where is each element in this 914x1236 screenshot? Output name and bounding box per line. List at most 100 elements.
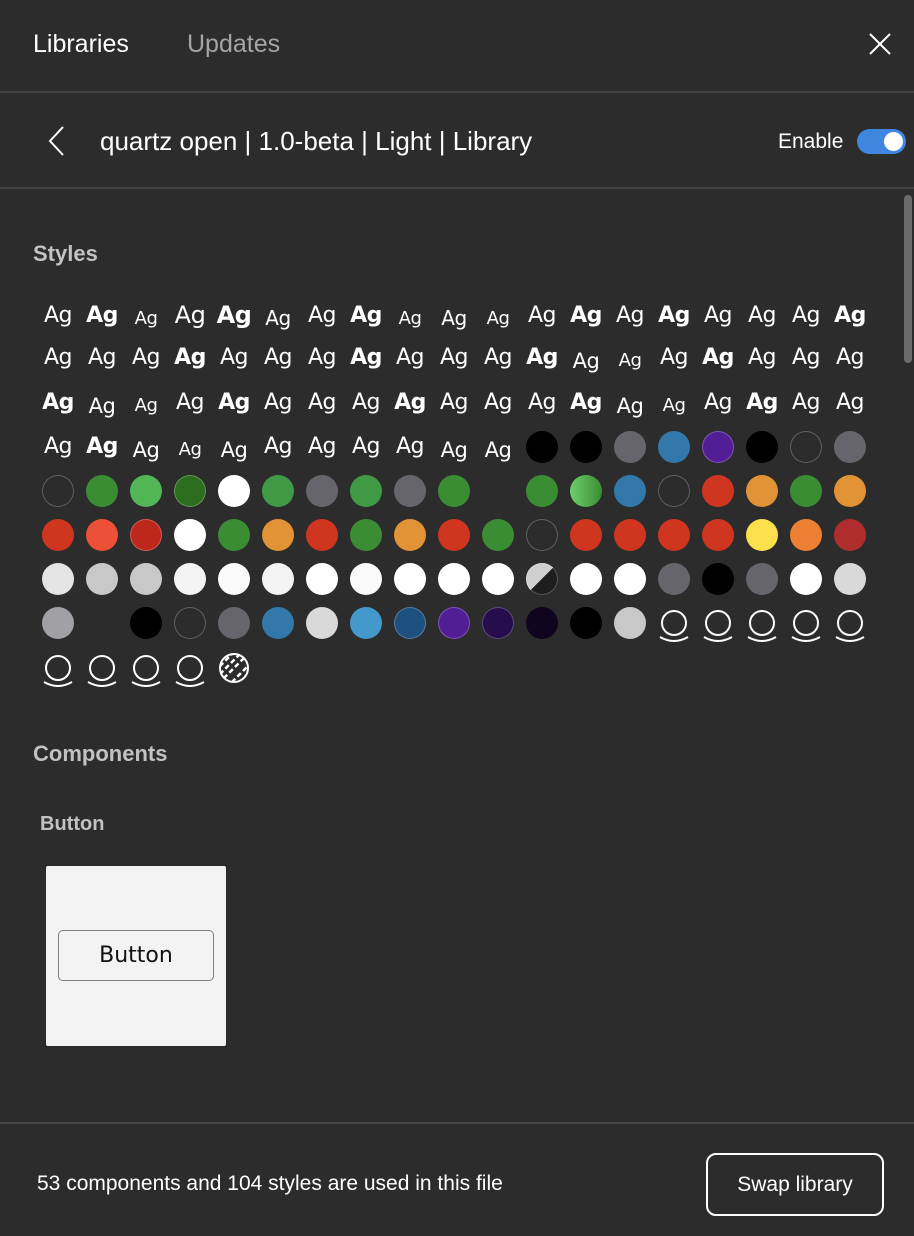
swap-library-button[interactable]: Swap library [706,1153,884,1216]
text-style-swatch[interactable]: Ag [256,294,300,338]
text-style-swatch[interactable]: Ag [608,381,652,425]
text-style-swatch[interactable]: Ag [696,336,740,380]
text-style-swatch[interactable]: Ag [696,294,740,338]
color-style-swatch[interactable] [36,601,80,645]
text-style-swatch[interactable]: Ag [256,336,300,380]
text-style-swatch[interactable]: Ag [432,381,476,425]
color-style-swatch[interactable] [564,601,608,645]
color-style-swatch[interactable] [300,601,344,645]
color-style-swatch[interactable] [828,425,872,469]
color-style-swatch[interactable] [520,601,564,645]
text-style-swatch[interactable]: Ag [80,336,124,380]
text-style-swatch[interactable]: Ag [388,294,432,338]
text-style-swatch[interactable]: Ag [212,336,256,380]
color-style-swatch[interactable] [696,557,740,601]
text-style-swatch[interactable]: Ag [344,294,388,338]
text-style-swatch[interactable]: Ag [476,294,520,338]
tab-updates[interactable]: Updates [187,27,280,61]
color-style-swatch[interactable] [300,557,344,601]
color-style-swatch[interactable] [388,513,432,557]
color-style-swatch[interactable] [828,469,872,513]
color-style-swatch[interactable] [36,513,80,557]
color-style-swatch[interactable] [652,425,696,469]
text-style-swatch[interactable]: Ag [124,381,168,425]
text-style-swatch[interactable]: Ag [212,381,256,425]
color-style-swatch[interactable] [564,469,608,513]
text-style-swatch[interactable]: Ag [520,294,564,338]
text-style-swatch[interactable]: Ag [740,381,784,425]
color-style-swatch[interactable] [300,469,344,513]
color-style-swatch[interactable] [564,425,608,469]
color-style-swatch[interactable] [344,469,388,513]
color-style-swatch[interactable] [212,557,256,601]
text-style-swatch[interactable]: Ag [564,294,608,338]
text-style-swatch[interactable]: Ag [256,425,300,469]
text-style-swatch[interactable]: Ag [828,294,872,338]
color-style-swatch[interactable] [520,469,564,513]
color-style-swatch[interactable] [740,425,784,469]
text-style-swatch[interactable]: Ag [388,381,432,425]
text-style-swatch[interactable]: Ag [80,381,124,425]
text-style-swatch[interactable]: Ag [300,294,344,338]
text-style-swatch[interactable]: Ag [476,425,520,469]
color-style-swatch[interactable] [344,513,388,557]
component-card-button[interactable]: Button [46,866,226,1046]
effect-style-swatch[interactable] [168,646,212,690]
effect-style-swatch[interactable] [740,601,784,645]
color-style-swatch[interactable] [740,557,784,601]
color-style-swatch[interactable] [828,557,872,601]
color-style-swatch[interactable] [520,513,564,557]
color-style-swatch[interactable] [212,513,256,557]
text-style-swatch[interactable]: Ag [520,381,564,425]
enable-toggle[interactable] [857,129,906,154]
text-style-swatch[interactable]: Ag [652,336,696,380]
text-style-swatch[interactable]: Ag [784,381,828,425]
text-style-swatch[interactable]: Ag [80,294,124,338]
color-style-swatch[interactable] [80,557,124,601]
color-style-swatch[interactable] [608,513,652,557]
text-style-swatch[interactable]: Ag [168,425,212,469]
text-style-swatch[interactable]: Ag [652,381,696,425]
chevron-left-icon[interactable] [44,123,68,159]
color-style-swatch[interactable] [608,557,652,601]
color-style-swatch[interactable] [740,469,784,513]
color-style-swatch[interactable] [256,469,300,513]
close-icon[interactable] [866,30,894,58]
color-style-swatch[interactable] [344,557,388,601]
color-style-swatch[interactable] [432,469,476,513]
color-style-swatch[interactable] [432,557,476,601]
color-style-swatch[interactable] [344,601,388,645]
color-style-swatch[interactable] [696,425,740,469]
text-style-swatch[interactable]: Ag [124,336,168,380]
color-style-swatch[interactable] [212,601,256,645]
text-style-swatch[interactable]: Ag [256,381,300,425]
color-style-swatch[interactable] [784,557,828,601]
effect-style-swatch[interactable] [828,601,872,645]
text-style-swatch[interactable]: Ag [652,294,696,338]
color-style-swatch[interactable] [168,469,212,513]
color-style-swatch[interactable] [608,425,652,469]
color-style-swatch[interactable] [168,557,212,601]
text-style-swatch[interactable]: Ag [168,294,212,338]
color-style-swatch[interactable] [784,425,828,469]
text-style-swatch[interactable]: Ag [300,336,344,380]
color-style-swatch[interactable] [828,513,872,557]
color-style-swatch[interactable] [784,469,828,513]
effect-style-swatch[interactable] [652,601,696,645]
color-style-swatch[interactable] [696,469,740,513]
color-style-swatch[interactable] [608,469,652,513]
text-style-swatch[interactable]: Ag [608,294,652,338]
color-style-swatch[interactable] [476,557,520,601]
color-style-swatch[interactable] [432,513,476,557]
text-style-swatch[interactable]: Ag [696,381,740,425]
color-style-swatch[interactable] [476,513,520,557]
color-style-swatch[interactable] [652,513,696,557]
text-style-swatch[interactable]: Ag [36,381,80,425]
color-style-swatch[interactable] [740,513,784,557]
text-style-swatch[interactable]: Ag [784,336,828,380]
color-style-swatch[interactable] [124,513,168,557]
text-style-swatch[interactable]: Ag [300,381,344,425]
tab-libraries[interactable]: Libraries [33,27,129,61]
color-style-swatch[interactable] [388,469,432,513]
text-style-swatch[interactable]: Ag [300,425,344,469]
